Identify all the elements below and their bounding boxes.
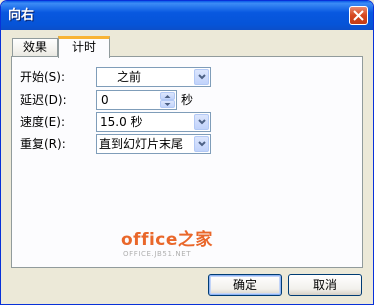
close-button[interactable] (349, 6, 368, 25)
watermark-logo: office之家 OFFICE.JB51.NET (121, 230, 213, 259)
window-title: 向右 (8, 8, 35, 23)
close-icon (353, 10, 364, 21)
delay-up-button[interactable] (160, 92, 175, 100)
chevron-up-icon (164, 95, 171, 98)
cancel-button[interactable]: 取消 (288, 274, 362, 296)
delay-spinner (160, 92, 175, 108)
repeat-dropdown-button[interactable] (194, 136, 209, 152)
delay-unit: 秒 (181, 93, 194, 107)
tab-effect[interactable]: 效果 (12, 38, 58, 57)
cancel-button-label: 取消 (312, 278, 337, 292)
repeat-value: 直到幻灯片末尾 (99, 137, 184, 151)
delay-spinbox[interactable]: 0 (96, 90, 177, 110)
start-label: 开始(S): (20, 70, 66, 84)
tab-timing-label: 计时 (71, 40, 96, 54)
chevron-down-icon (198, 74, 206, 80)
title-bar[interactable]: 向右 (1, 1, 373, 30)
speed-label: 速度(E): (20, 115, 65, 129)
tab-timing[interactable]: 计时 (58, 36, 110, 58)
chevron-down-icon (164, 103, 171, 106)
ok-button[interactable]: 确定 (208, 274, 282, 296)
delay-value: 0 (101, 93, 109, 107)
delay-down-button[interactable] (160, 100, 175, 108)
start-dropdown-button[interactable] (194, 69, 209, 85)
speed-select[interactable]: 15.0 秒 (96, 112, 211, 132)
watermark-main-text: office之家 (121, 230, 213, 250)
speed-dropdown-button[interactable] (194, 114, 209, 130)
start-select[interactable]: 之前 (96, 67, 211, 87)
repeat-label: 重复(R): (20, 137, 66, 151)
tab-effect-label: 效果 (22, 40, 47, 54)
speed-value: 15.0 秒 (100, 115, 143, 129)
watermark-sub-text: OFFICE.JB51.NET (123, 250, 192, 258)
chevron-down-icon (198, 119, 206, 125)
dialog-window: 向右 效果 计时 开始(S): 之前 延迟(D): 0 秒 速度(E): 15.… (0, 0, 374, 305)
start-value: 之前 (117, 70, 142, 84)
chevron-down-icon (198, 141, 206, 147)
delay-label: 延迟(D): (20, 93, 67, 107)
ok-button-label: 确定 (232, 278, 257, 292)
repeat-select[interactable]: 直到幻灯片末尾 (96, 134, 211, 154)
